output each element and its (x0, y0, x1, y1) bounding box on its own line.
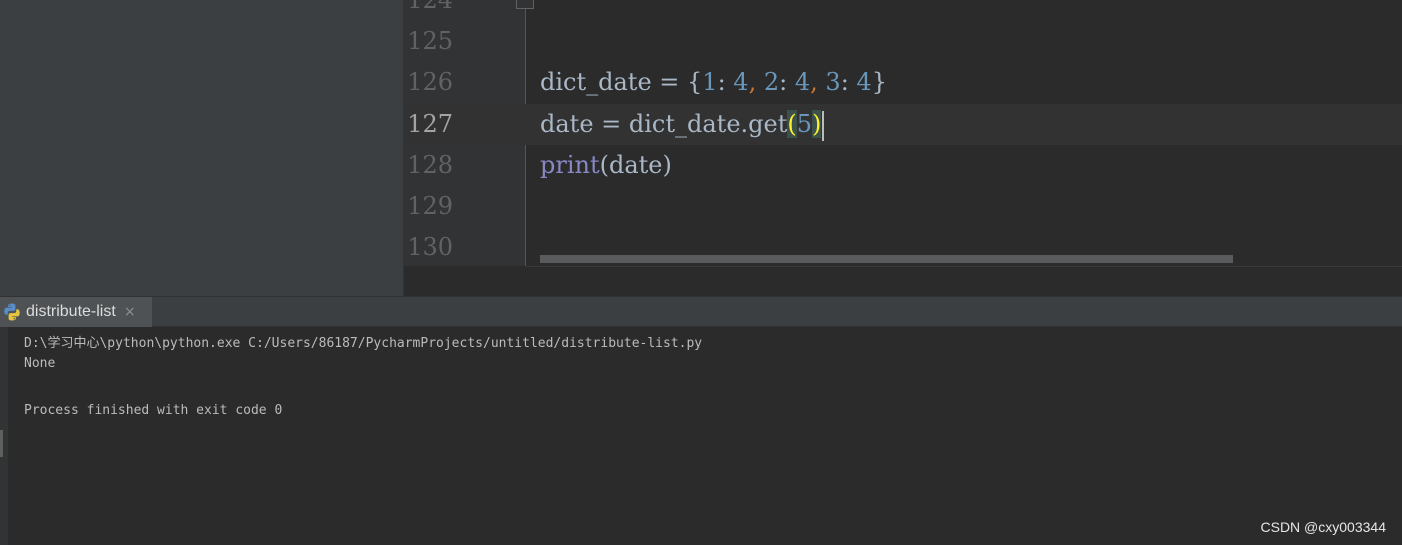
code-token: } (871, 68, 887, 96)
code-line[interactable]: 126 dict_date = {1: 4, 2: 4, 3: 4} (404, 62, 1402, 103)
run-console[interactable]: D:\学习中心\python\python.exe C:/Users/86187… (0, 327, 1402, 545)
code-token: 3 (825, 68, 841, 96)
editor-divider (526, 266, 1402, 267)
line-number: 126 (407, 68, 453, 96)
code-token: ) (812, 110, 822, 138)
code-token: : (779, 68, 795, 96)
close-icon[interactable]: × (124, 304, 136, 320)
code-token: print (540, 151, 600, 179)
code-token: 4 (856, 68, 872, 96)
code-text[interactable]: dict_date = {1: 4, 2: 4, 3: 4} (540, 62, 887, 103)
code-line[interactable]: 129 (404, 186, 1402, 227)
console-line: D:\学习中心\python\python.exe C:/Users/86187… (24, 336, 703, 351)
line-number: 130 (407, 233, 453, 261)
run-tab-distribute-list[interactable]: distribute-list × (0, 297, 152, 327)
code-line[interactable]: 124 (404, 0, 1402, 21)
code-token: dict_date = { (540, 68, 703, 96)
line-number: 129 (407, 192, 453, 220)
code-token: : (717, 68, 734, 96)
text-caret (822, 110, 825, 141)
code-token: (date) (599, 151, 672, 179)
code-text[interactable]: date = dict_date.get(5) (540, 104, 825, 145)
code-token: 4 (733, 68, 749, 96)
project-tool-window (0, 0, 404, 296)
fold-marker-icon[interactable] (516, 0, 534, 9)
code-token: 2 (763, 68, 780, 96)
python-icon (4, 303, 20, 321)
console-side-toolbar (0, 327, 8, 545)
line-number: 124 (407, 0, 453, 14)
line-number: 127 (407, 110, 453, 138)
code-line[interactable]: 127 date = dict_date.get(5) (404, 104, 1402, 145)
code-token: date = dict_date.get (540, 110, 788, 138)
code-token: 4 (794, 68, 811, 96)
code-editor[interactable]: 124 125 126 dict_date = {1: 4, 2: 4, 3: 4} 1… (404, 0, 1402, 296)
code-token: ( (787, 110, 797, 138)
line-number: 128 (407, 151, 453, 179)
line-number: 125 (407, 27, 453, 55)
run-tool-window-tabbar: distribute-list × (0, 296, 1402, 327)
console-line: Process finished with exit code 0 (24, 403, 283, 418)
code-token: 1 (702, 68, 718, 96)
code-text[interactable]: print(date) (540, 145, 672, 186)
console-side-handle[interactable] (0, 430, 3, 457)
console-line: None (24, 356, 56, 371)
code-line[interactable]: 128 print(date) (404, 145, 1402, 186)
code-token: 5 (796, 110, 813, 138)
horizontal-scrollbar[interactable] (540, 255, 1402, 266)
horizontal-scrollbar-thumb[interactable] (540, 255, 1233, 263)
code-line[interactable]: 125 (404, 21, 1402, 62)
code-token: , (810, 68, 818, 96)
watermark: CSDN @cxy003344 (1260, 519, 1387, 535)
run-tab-label: distribute-list (26, 303, 116, 320)
code-token: : (840, 68, 857, 96)
